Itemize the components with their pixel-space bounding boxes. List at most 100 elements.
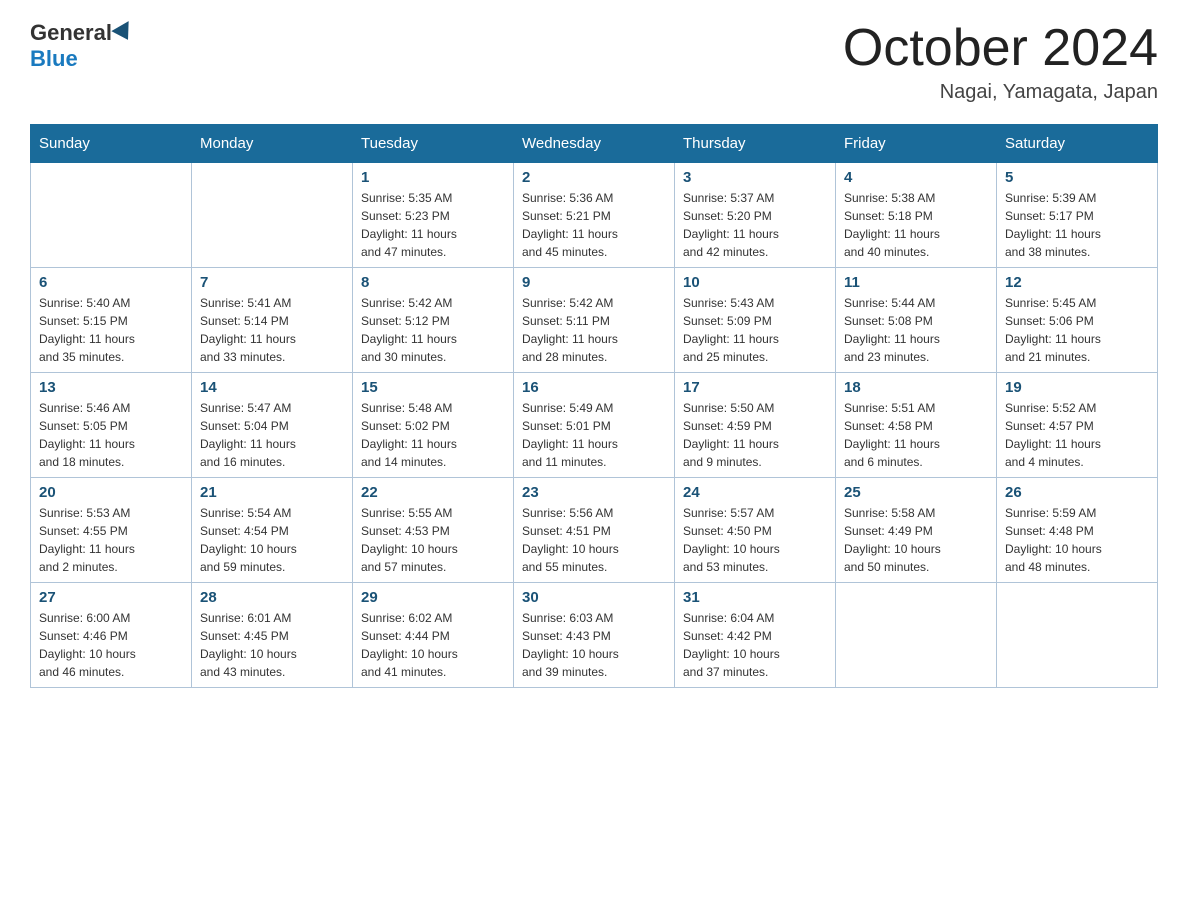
month-title: October 2024 [843,20,1158,77]
calendar-cell: 8Sunrise: 5:42 AMSunset: 5:12 PMDaylight… [353,268,514,373]
calendar-table: SundayMondayTuesdayWednesdayThursdayFrid… [30,124,1158,688]
day-number: 24 [683,484,827,501]
day-number: 29 [361,589,505,606]
column-header-friday: Friday [836,125,997,163]
day-info: Sunrise: 5:39 AMSunset: 5:17 PMDaylight:… [1005,189,1149,261]
day-number: 28 [200,589,344,606]
day-number: 9 [522,274,666,291]
calendar-cell: 10 Sunrise: 5:43 AMSunset: 5:09 PMDayligh… [675,268,836,373]
calendar-cell: 13 Sunrise: 5:46 AMSunset: 5:05 PMDayligh… [31,373,192,478]
calendar-cell: 22Sunrise: 5:55 AMSunset: 4:53 PMDayligh… [353,478,514,583]
calendar-cell: 18 Sunrise: 5:51 AMSunset: 4:58 PMDayligh… [836,373,997,478]
day-number: 11 [844,274,988,291]
day-number: 27 [39,589,183,606]
day-info: Sunrise: 5:58 AMSunset: 4:49 PMDaylight:… [844,504,988,576]
calendar-cell: 17 Sunrise: 5:50 AMSunset: 4:59 PMDayligh… [675,373,836,478]
calendar-cell: 4Sunrise: 5:38 AMSunset: 5:18 PMDaylight… [836,163,997,268]
day-info: Sunrise: 5:53 AMSunset: 4:55 PMDaylight:… [39,504,183,576]
logo-general-text: General [30,20,112,46]
day-info: Sunrise: 6:02 AMSunset: 4:44 PMDaylight:… [361,609,505,681]
day-info: Sunrise: 5:44 AMSunset: 5:08 PMDaylight:… [844,294,988,366]
day-info: Sunrise: 5:35 AMSunset: 5:23 PMDaylight:… [361,189,505,261]
calendar-cell: 19Sunrise: 5:52 AMSunset: 4:57 PMDayligh… [997,373,1158,478]
day-info: Sunrise: 5:51 AMSunset: 4:58 PMDaylight:… [844,399,988,471]
calendar-cell: 1 Sunrise: 5:35 AMSunset: 5:23 PMDaylight… [353,163,514,268]
day-number: 17 [683,379,827,396]
day-number: 19 [1005,379,1149,396]
title-section: October 2024 Nagai, Yamagata, Japan [843,20,1158,104]
day-info: Sunrise: 6:00 AMSunset: 4:46 PMDaylight:… [39,609,183,681]
calendar-cell [31,163,192,268]
calendar-week-row: 6 Sunrise: 5:40 AMSunset: 5:15 PMDaylight… [31,268,1158,373]
day-number: 31 [683,589,827,606]
day-info: Sunrise: 5:49 AMSunset: 5:01 PMDaylight:… [522,399,666,471]
day-number: 16 [522,379,666,396]
calendar-cell: 14 Sunrise: 5:47 AMSunset: 5:04 PMDayligh… [192,373,353,478]
day-info: Sunrise: 6:04 AMSunset: 4:42 PMDaylight:… [683,609,827,681]
day-info: Sunrise: 6:01 AMSunset: 4:45 PMDaylight:… [200,609,344,681]
calendar-cell [836,583,997,688]
day-number: 14 [200,379,344,396]
day-number: 1 [361,169,505,186]
day-info: Sunrise: 5:55 AMSunset: 4:53 PMDaylight:… [361,504,505,576]
day-info: Sunrise: 5:46 AMSunset: 5:05 PMDaylight:… [39,399,183,471]
calendar-cell: 29 Sunrise: 6:02 AMSunset: 4:44 PMDayligh… [353,583,514,688]
calendar-cell: 26 Sunrise: 5:59 AMSunset: 4:48 PMDayligh… [997,478,1158,583]
logo-arrow-icon [111,21,136,45]
calendar-cell: 6 Sunrise: 5:40 AMSunset: 5:15 PMDaylight… [31,268,192,373]
calendar-cell: 15Sunrise: 5:48 AMSunset: 5:02 PMDayligh… [353,373,514,478]
day-info: Sunrise: 5:37 AMSunset: 5:20 PMDaylight:… [683,189,827,261]
day-number: 23 [522,484,666,501]
calendar-cell: 16 Sunrise: 5:49 AMSunset: 5:01 PMDayligh… [514,373,675,478]
day-info: Sunrise: 5:59 AMSunset: 4:48 PMDaylight:… [1005,504,1149,576]
day-number: 6 [39,274,183,291]
day-info: Sunrise: 5:47 AMSunset: 5:04 PMDaylight:… [200,399,344,471]
day-number: 2 [522,169,666,186]
column-header-monday: Monday [192,125,353,163]
logo-blue-text: Blue [30,46,78,72]
calendar-cell: 23 Sunrise: 5:56 AMSunset: 4:51 PMDayligh… [514,478,675,583]
calendar-cell: 11 Sunrise: 5:44 AMSunset: 5:08 PMDayligh… [836,268,997,373]
day-number: 12 [1005,274,1149,291]
day-info: Sunrise: 5:50 AMSunset: 4:59 PMDaylight:… [683,399,827,471]
calendar-cell: 30Sunrise: 6:03 AMSunset: 4:43 PMDayligh… [514,583,675,688]
day-info: Sunrise: 5:45 AMSunset: 5:06 PMDaylight:… [1005,294,1149,366]
calendar-cell: 25Sunrise: 5:58 AMSunset: 4:49 PMDayligh… [836,478,997,583]
day-info: Sunrise: 5:43 AMSunset: 5:09 PMDaylight:… [683,294,827,366]
day-number: 7 [200,274,344,291]
day-number: 26 [1005,484,1149,501]
calendar-header-row: SundayMondayTuesdayWednesdayThursdayFrid… [31,125,1158,163]
location-title: Nagai, Yamagata, Japan [843,81,1158,104]
calendar-cell: 7Sunrise: 5:41 AMSunset: 5:14 PMDaylight… [192,268,353,373]
day-number: 21 [200,484,344,501]
calendar-cell: 31 Sunrise: 6:04 AMSunset: 4:42 PMDayligh… [675,583,836,688]
day-info: Sunrise: 5:48 AMSunset: 5:02 PMDaylight:… [361,399,505,471]
day-number: 30 [522,589,666,606]
calendar-cell: 3 Sunrise: 5:37 AMSunset: 5:20 PMDaylight… [675,163,836,268]
column-header-saturday: Saturday [997,125,1158,163]
day-info: Sunrise: 5:40 AMSunset: 5:15 PMDaylight:… [39,294,183,366]
day-number: 20 [39,484,183,501]
calendar-cell: 21 Sunrise: 5:54 AMSunset: 4:54 PMDayligh… [192,478,353,583]
calendar-cell: 24Sunrise: 5:57 AMSunset: 4:50 PMDayligh… [675,478,836,583]
calendar-cell: 27 Sunrise: 6:00 AMSunset: 4:46 PMDayligh… [31,583,192,688]
day-number: 5 [1005,169,1149,186]
day-number: 10 [683,274,827,291]
day-number: 4 [844,169,988,186]
calendar-week-row: 27 Sunrise: 6:00 AMSunset: 4:46 PMDayligh… [31,583,1158,688]
day-info: Sunrise: 5:54 AMSunset: 4:54 PMDaylight:… [200,504,344,576]
calendar-cell: 12 Sunrise: 5:45 AMSunset: 5:06 PMDayligh… [997,268,1158,373]
column-header-tuesday: Tuesday [353,125,514,163]
calendar-week-row: 13 Sunrise: 5:46 AMSunset: 5:05 PMDayligh… [31,373,1158,478]
calendar-cell: 28 Sunrise: 6:01 AMSunset: 4:45 PMDayligh… [192,583,353,688]
calendar-week-row: 1 Sunrise: 5:35 AMSunset: 5:23 PMDaylight… [31,163,1158,268]
day-number: 3 [683,169,827,186]
logo: General Blue [30,20,136,72]
calendar-cell: 20 Sunrise: 5:53 AMSunset: 4:55 PMDayligh… [31,478,192,583]
day-number: 13 [39,379,183,396]
day-number: 18 [844,379,988,396]
day-info: Sunrise: 5:56 AMSunset: 4:51 PMDaylight:… [522,504,666,576]
day-info: Sunrise: 5:42 AMSunset: 5:12 PMDaylight:… [361,294,505,366]
column-header-wednesday: Wednesday [514,125,675,163]
calendar-week-row: 20 Sunrise: 5:53 AMSunset: 4:55 PMDayligh… [31,478,1158,583]
